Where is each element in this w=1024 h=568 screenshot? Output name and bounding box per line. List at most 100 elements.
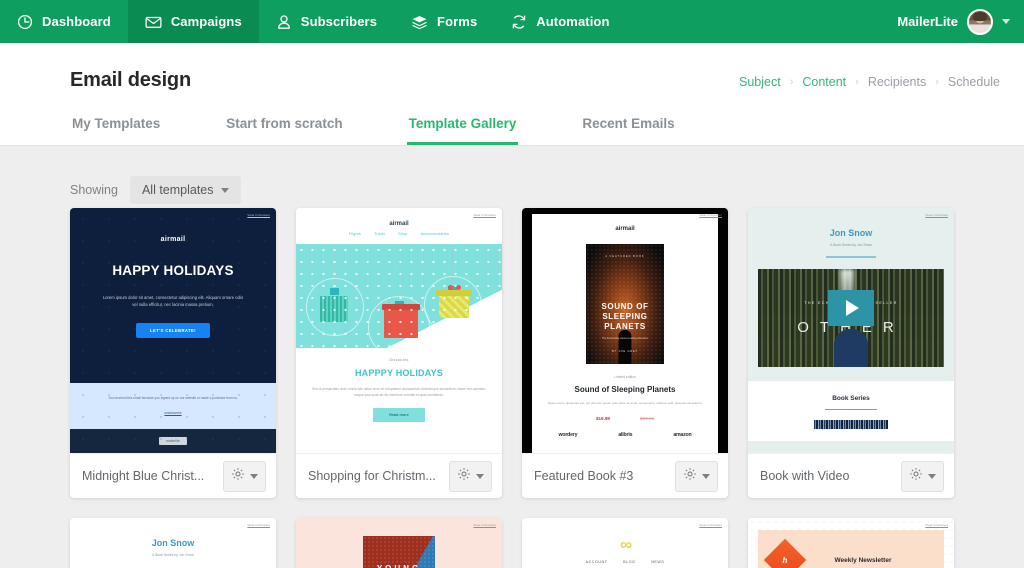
thumb-brand: airmail	[160, 236, 186, 243]
cover-subtitle: The best-selling science-reading adventu…	[602, 337, 648, 340]
play-button-icon	[828, 289, 874, 326]
thumb-heading: Jon Snow	[151, 538, 195, 548]
nav-item-dashboard[interactable]: Dashboard	[0, 0, 128, 43]
view-in-browser-link: View in browser	[473, 523, 496, 527]
template-thumbnail: View in browser airmail HAPPY HOLIDAYS L…	[70, 208, 276, 453]
newsletter-header-panel: h Weekly Newsletter	[758, 530, 944, 568]
template-name: Featured Book #3	[534, 469, 634, 483]
template-card[interactable]: View in browser ∞ ACCOUNT BLOG NEWS	[522, 518, 728, 568]
template-card[interactable]: View in browser airmail A FEATURED BOOK …	[522, 208, 728, 498]
template-options-button[interactable]	[449, 460, 492, 492]
nav-item-subscribers[interactable]: Subscribers	[259, 0, 394, 43]
book-cover: YOUNG A NOVEL BY	[363, 536, 435, 568]
template-name: Shopping for Christm...	[308, 469, 436, 483]
price-original: $29.99	[640, 415, 655, 421]
video-preview: THE ECHOS TIMES BESTSELLER OTHER	[758, 268, 944, 367]
tab-template-gallery[interactable]: Template Gallery	[406, 108, 519, 145]
gear-icon	[231, 467, 245, 486]
template-card[interactable]: View in browser Jon Snow A Book Series b…	[70, 518, 276, 568]
gear-icon	[457, 467, 471, 486]
template-thumbnail: View in browser airmail A FEATURED BOOK …	[522, 208, 728, 453]
thumb-brand: airmail	[615, 226, 635, 232]
retailer-logos: wordery alibris amazon	[532, 432, 718, 438]
thumb-nav-links: ACCOUNT BLOG NEWS	[522, 560, 728, 564]
content-tabs: My Templates Start from scratch Template…	[0, 108, 1024, 145]
thumb-nav-link: ACCOUNT	[585, 560, 608, 564]
chevron-down-icon	[250, 473, 258, 479]
book-cover: A FEATURED BOOK SOUND OF SLEEPING PLANET…	[586, 244, 664, 364]
nav-item-campaigns[interactable]: Campaigns	[127, 0, 259, 43]
nav-label: Forms	[437, 14, 478, 29]
thumb-nav-links: Flights Travel Shop Accommodation	[296, 232, 502, 236]
clock-icon	[17, 14, 33, 30]
tab-recent-emails[interactable]: Recent Emails	[580, 108, 676, 145]
breadcrumb-step-recipients[interactable]: Recipients	[868, 75, 926, 89]
price-current: $19.99	[595, 415, 610, 421]
template-card[interactable]: View in browser Jon Snow A Book Series b…	[748, 208, 954, 498]
envelope-icon	[145, 14, 162, 30]
thumb-unsubscribe-link: unsubscribe	[164, 411, 182, 416]
template-thumbnail: View in browser Jon Snow A Book Series b…	[748, 208, 954, 453]
primary-nav-items: Dashboard Campaigns Subscribers Forms Au…	[0, 0, 627, 43]
thumb-footer-band: You received this email because you sign…	[70, 383, 276, 429]
template-filter-dropdown[interactable]: All templates	[129, 176, 241, 204]
tab-start-from-scratch[interactable]: Start from scratch	[224, 108, 344, 145]
thumb-nav-link: Travel	[374, 232, 386, 236]
breadcrumb-separator: ›	[789, 76, 794, 88]
breadcrumb-step-schedule[interactable]: Schedule	[948, 75, 1000, 89]
template-card[interactable]: View in browser h Weekly Newsletter	[748, 518, 954, 568]
template-name: Book with Video	[760, 469, 850, 483]
breadcrumb-separator: ›	[855, 76, 859, 88]
template-card[interactable]: View in browser airmail HAPPY HOLIDAYS L…	[70, 208, 276, 498]
view-in-browser-link: View in browser	[473, 213, 496, 217]
thumb-illustration	[296, 244, 502, 348]
thumb-subheading: A Book Series by Jon Snow	[830, 243, 872, 247]
card-footer: Midnight Blue Christ...	[70, 453, 276, 498]
section-title: Book Series	[832, 394, 870, 402]
divider	[825, 408, 877, 410]
thumb-heading: HAPPY HOLIDAYS	[112, 263, 234, 278]
thumb-heading: Sound of Sleeping Planets	[574, 385, 676, 394]
template-thumbnail: View in browser airmail Flights Travel S…	[296, 208, 502, 453]
logo-letter: h	[782, 555, 788, 565]
thumb-nav-link: Accommodation	[420, 232, 450, 236]
infinity-logo-icon: ∞	[619, 535, 632, 554]
template-thumbnail: View in browser h Weekly Newsletter	[748, 518, 954, 568]
filter-label: Showing	[70, 183, 118, 197]
template-grid: View in browser airmail HAPPY HOLIDAYS L…	[0, 208, 1024, 568]
thumb-cta-button: Read more	[373, 408, 425, 423]
cover-title: YOUNG	[363, 564, 435, 568]
thumb-section: Book Series	[748, 380, 954, 441]
gear-icon	[909, 467, 923, 486]
template-options-button[interactable]	[675, 460, 718, 492]
nav-item-forms[interactable]: Forms	[394, 0, 494, 43]
thumb-inner: airmail A FEATURED BOOK SOUND OF SLEEPIN…	[532, 214, 718, 453]
thumb-kicker: Discounts	[389, 358, 409, 362]
retailer-logo: amazon	[673, 431, 692, 438]
template-thumbnail: View in browser Jon Snow A Book Series b…	[70, 518, 276, 568]
template-options-button[interactable]	[901, 460, 944, 492]
thumb-brand: airmail	[389, 221, 409, 227]
tab-my-templates[interactable]: My Templates	[70, 108, 162, 145]
template-card[interactable]: View in browser YOUNG A NOVEL BY	[296, 518, 502, 568]
chevron-down-icon	[220, 187, 229, 193]
nav-label: Campaigns	[170, 14, 242, 29]
chevron-down-icon	[1002, 19, 1010, 24]
breadcrumb-step-subject[interactable]: Subject	[739, 75, 781, 89]
account-name: MailerLite	[897, 14, 958, 29]
template-thumbnail: View in browser YOUNG A NOVEL BY	[296, 518, 502, 568]
template-card[interactable]: View in browser airmail Flights Travel S…	[296, 208, 502, 498]
filter-selected-value: All templates	[141, 183, 214, 197]
thumb-header: Jon Snow A Book Series by Jon Snow	[748, 208, 954, 258]
page-title: Email design	[70, 69, 191, 91]
account-menu[interactable]: MailerLite	[887, 0, 1024, 43]
thumb-copy: Discounts HAPPPY HOLIDAYS Sed ut perspic…	[296, 348, 502, 423]
template-name: Midnight Blue Christ...	[82, 469, 205, 483]
template-options-button[interactable]	[223, 460, 266, 492]
view-in-browser-link: View in browser	[925, 523, 948, 527]
price-row: $19.99 $29.99	[532, 416, 718, 421]
cover-title: SOUND OF SLEEPING PLANETS	[601, 302, 649, 331]
breadcrumb-step-content[interactable]: Content	[802, 75, 846, 89]
retailer-logo: wordery	[558, 431, 578, 438]
nav-item-automation[interactable]: Automation	[494, 0, 626, 43]
